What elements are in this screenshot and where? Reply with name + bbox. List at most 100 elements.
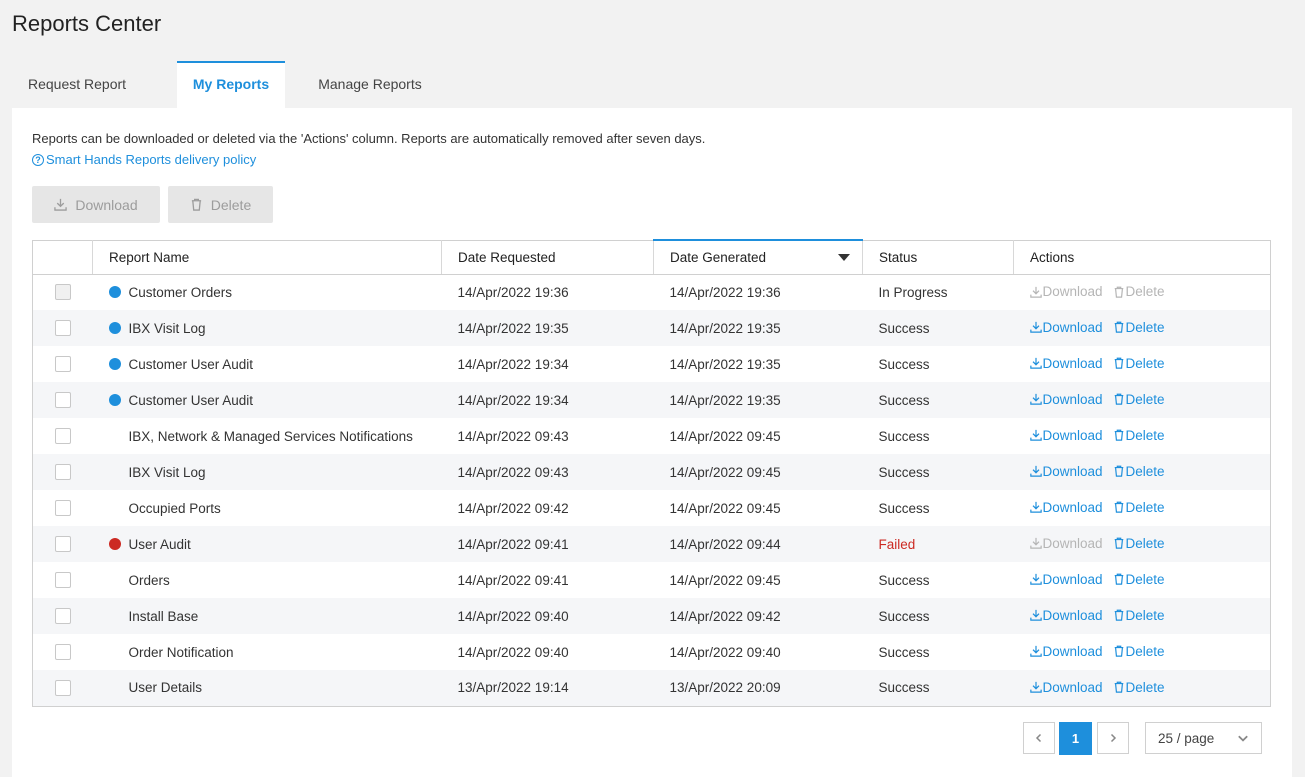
trash-icon	[1114, 393, 1123, 405]
row-checkbox[interactable]	[55, 572, 71, 588]
row-delete-link[interactable]: Delete	[1113, 536, 1165, 551]
bulk-download-label: Download	[75, 196, 138, 213]
row-download-link[interactable]: Download	[1029, 464, 1103, 479]
page-size-select[interactable]: 25 / page	[1145, 722, 1262, 754]
report-name: IBX Visit Log	[128, 464, 206, 480]
status-text: Success	[878, 500, 930, 516]
bulk-delete-button[interactable]: Delete	[168, 186, 273, 223]
policy-link[interactable]: ? Smart Hands Reports delivery policy	[32, 152, 256, 167]
row-delete-link[interactable]: Delete	[1113, 500, 1165, 515]
row-checkbox[interactable]	[55, 644, 71, 660]
table-row: Customer User Audit 14/Apr/2022 19:34 14/A…	[33, 346, 1271, 382]
date-generated: 14/Apr/2022 19:36	[669, 284, 781, 300]
row-delete-label: Delete	[1125, 499, 1165, 515]
row-delete-link[interactable]: Delete	[1113, 428, 1165, 443]
row-delete-link[interactable]: Delete	[1113, 464, 1165, 479]
pagination-page-1[interactable]: 1	[1059, 722, 1092, 755]
bulk-download-button[interactable]: Download	[32, 186, 160, 223]
row-download-link[interactable]: Download	[1029, 608, 1103, 623]
row-delete-label: Delete	[1125, 535, 1165, 551]
row-checkbox[interactable]	[55, 320, 71, 336]
row-checkbox-cell	[33, 562, 93, 598]
row-checkbox-cell	[32, 310, 93, 346]
row-checkbox[interactable]	[55, 536, 71, 552]
tab-manage-reports[interactable]: Manage Reports	[285, 61, 455, 108]
row-delete-label: Delete	[1125, 355, 1165, 371]
status-text: Success	[862, 670, 1014, 706]
row-download-link[interactable]: Download	[1029, 319, 1103, 335]
row-delete-link[interactable]: Delete	[1113, 680, 1165, 695]
report-name-cell: User Details	[92, 670, 442, 706]
date-requested: 14/Apr/2022 19:34	[441, 382, 654, 418]
row-delete-label: Delete	[1125, 391, 1165, 407]
table-row: User Audit 14/Apr/2022 09:41 14/Apr/2022 0…	[32, 526, 1271, 562]
reports-table: Report Name Date Requested Date Generate…	[32, 239, 1271, 707]
row-checkbox[interactable]	[55, 500, 71, 516]
status-text: Success	[862, 310, 1014, 346]
row-download-link[interactable]: Download	[1029, 572, 1103, 587]
row-download-link[interactable]: Download	[1029, 355, 1103, 371]
actions-cell: Download Delete	[1013, 454, 1271, 490]
row-checkbox[interactable]	[55, 428, 71, 444]
pagination-prev-button[interactable]	[1023, 722, 1055, 754]
header-date-generated[interactable]: Date Generated	[653, 239, 863, 275]
row-delete-label: Delete	[1125, 319, 1165, 335]
report-name-cell: Customer Orders	[93, 274, 442, 310]
tab-my-reports[interactable]: My Reports	[177, 61, 285, 108]
row-delete-label: Delete	[1125, 607, 1165, 623]
row-delete-link[interactable]: Delete	[1113, 320, 1165, 335]
status-dot	[109, 502, 121, 514]
table-row: IBX, Network & Managed Services Notifica…	[33, 418, 1271, 454]
report-name-cell: User Audit	[92, 526, 442, 562]
row-checkbox[interactable]	[55, 284, 71, 301]
table-row: IBX Visit Log 14/Apr/2022 09:43 14/Apr/202…	[32, 454, 1271, 490]
report-name: Customer User Audit	[128, 392, 254, 408]
row-download-label: Download	[1042, 319, 1103, 335]
status-dot	[108, 286, 121, 299]
header-report-name[interactable]: Report Name	[92, 240, 442, 275]
status-text: Failed	[862, 526, 1014, 562]
row-download-link[interactable]: Download	[1029, 536, 1103, 551]
date-requested: 13/Apr/2022 19:14	[441, 670, 654, 706]
sort-desc-icon[interactable]	[838, 254, 850, 261]
row-delete-link[interactable]: Delete	[1113, 572, 1165, 587]
row-checkbox[interactable]	[55, 608, 71, 624]
status-dot	[109, 646, 121, 658]
row-checkbox[interactable]	[55, 679, 71, 696]
report-name-cell: IBX Visit Log	[92, 454, 442, 490]
row-checkbox[interactable]	[55, 356, 71, 372]
row-download-link[interactable]: Download	[1029, 679, 1103, 695]
row-checkbox-cell	[32, 382, 93, 418]
row-delete-link[interactable]: Delete	[1113, 356, 1165, 371]
download-icon	[1029, 574, 1042, 585]
row-checkbox[interactable]	[55, 392, 71, 408]
row-download-link[interactable]: Download	[1029, 392, 1103, 407]
row-delete-link[interactable]: Delete	[1113, 284, 1165, 299]
actions-cell: Download Delete	[1014, 562, 1271, 598]
header-date-requested[interactable]: Date Requested	[441, 240, 654, 275]
row-download-link[interactable]: Download	[1029, 500, 1103, 515]
download-icon	[1029, 322, 1042, 333]
row-delete-link[interactable]: Delete	[1113, 392, 1165, 407]
table-header-row: Report Name Date Requested Date Generate…	[32, 239, 1271, 275]
table-row: Orders 14/Apr/2022 09:41 14/Apr/2022 09:45…	[33, 562, 1271, 598]
header-status[interactable]: Status	[862, 240, 1014, 275]
row-delete-link[interactable]: Delete	[1113, 644, 1165, 659]
trash-icon	[1114, 681, 1123, 693]
report-name-cell: Order Notification	[93, 634, 442, 670]
row-download-label: Download	[1042, 679, 1103, 695]
row-download-link[interactable]: Download	[1029, 643, 1103, 659]
row-delete-label: Delete	[1125, 643, 1165, 659]
trash-icon	[1114, 609, 1123, 621]
row-delete-link[interactable]: Delete	[1113, 608, 1165, 623]
report-name-cell: Orders	[93, 562, 442, 598]
tab-request-report[interactable]: Request Report	[12, 61, 177, 108]
chevron-left-icon	[1035, 733, 1042, 743]
actions-cell: Download Delete	[1013, 670, 1271, 706]
row-download-link[interactable]: Download	[1029, 284, 1103, 299]
row-download-label: Download	[1042, 643, 1103, 659]
row-checkbox[interactable]	[55, 464, 71, 480]
row-download-label: Download	[1042, 355, 1103, 371]
pagination-next-button[interactable]	[1097, 722, 1129, 754]
row-download-link[interactable]: Download	[1029, 428, 1103, 443]
